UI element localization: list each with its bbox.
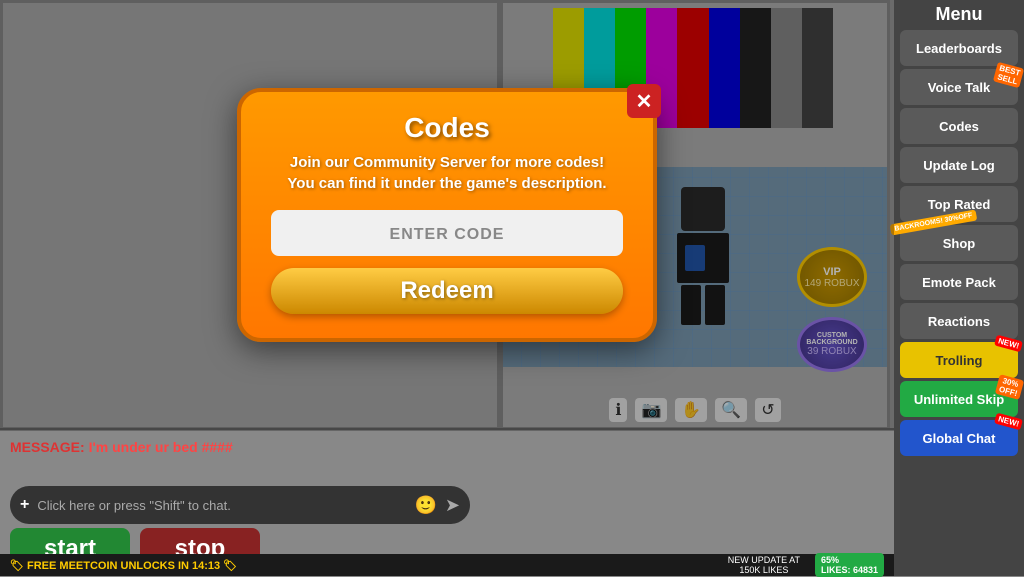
- message-line: MESSAGE: I'm under ur bed ####: [10, 439, 233, 455]
- chat-plus-icon: +: [20, 496, 29, 514]
- unlimited-skip-button[interactable]: Unlimited Skip 30%OFF!: [900, 381, 1018, 417]
- sidebar: Menu Leaderboards Voice Talk BESTSELL Co…: [894, 0, 1024, 576]
- voice-talk-button[interactable]: Voice Talk BESTSELL: [900, 69, 1018, 105]
- send-button[interactable]: ➤: [445, 495, 460, 516]
- emoji-button[interactable]: 🙂: [414, 495, 436, 516]
- redeem-button[interactable]: Redeem: [271, 268, 623, 314]
- code-input[interactable]: [271, 210, 623, 256]
- chat-placeholder: Click here or press "Shift" to chat.: [37, 498, 406, 513]
- chat-input-bar[interactable]: + Click here or press "Shift" to chat. 🙂…: [10, 486, 470, 524]
- voice-talk-badge: BESTSELL: [993, 62, 1024, 88]
- trolling-badge: NEW!: [994, 335, 1023, 353]
- new-update-text: NEW UPDATE AT150K LIKES: [728, 555, 800, 575]
- shop-button[interactable]: BACKROOMS! 30%OFF Shop: [900, 225, 1018, 261]
- leaderboards-button[interactable]: Leaderboards: [900, 30, 1018, 66]
- update-log-button[interactable]: Update Log: [900, 147, 1018, 183]
- message-label: MESSAGE:: [10, 439, 85, 455]
- modal-overlay: ✕ Codes Join our Community Server for mo…: [0, 0, 894, 430]
- status-bar: 🏷 FREE MEETCOIN UNLOCKS IN 14:13 🏷 NEW U…: [0, 554, 894, 576]
- codes-button[interactable]: Codes: [900, 108, 1018, 144]
- game-area: VIP 149 ROBUX CUSTOMBACKGROUND 39 ROBUX …: [0, 0, 1024, 576]
- message-content: I'm under ur bed ####: [89, 439, 233, 455]
- likes-badge: 65%LIKES: 64831: [815, 553, 884, 577]
- close-button[interactable]: ✕: [627, 84, 661, 118]
- menu-title: Menu: [936, 4, 983, 25]
- status-right: NEW UPDATE AT150K LIKES 65%LIKES: 64831: [728, 553, 884, 577]
- modal-title: Codes: [271, 112, 623, 144]
- codes-modal: ✕ Codes Join our Community Server for mo…: [237, 88, 657, 342]
- global-chat-badge: NEW!: [994, 413, 1023, 431]
- trolling-button[interactable]: Trolling NEW!: [900, 342, 1018, 378]
- reactions-button[interactable]: Reactions: [900, 303, 1018, 339]
- emote-pack-button[interactable]: Emote Pack: [900, 264, 1018, 300]
- modal-subtitle: Join our Community Server for more codes…: [271, 152, 623, 194]
- global-chat-button[interactable]: Global Chat NEW!: [900, 420, 1018, 456]
- free-meetcoin-text: 🏷 FREE MEETCOIN UNLOCKS IN 14:13 🏷: [10, 559, 237, 572]
- bottom-area: MESSAGE: I'm under ur bed #### + Click h…: [0, 428, 894, 576]
